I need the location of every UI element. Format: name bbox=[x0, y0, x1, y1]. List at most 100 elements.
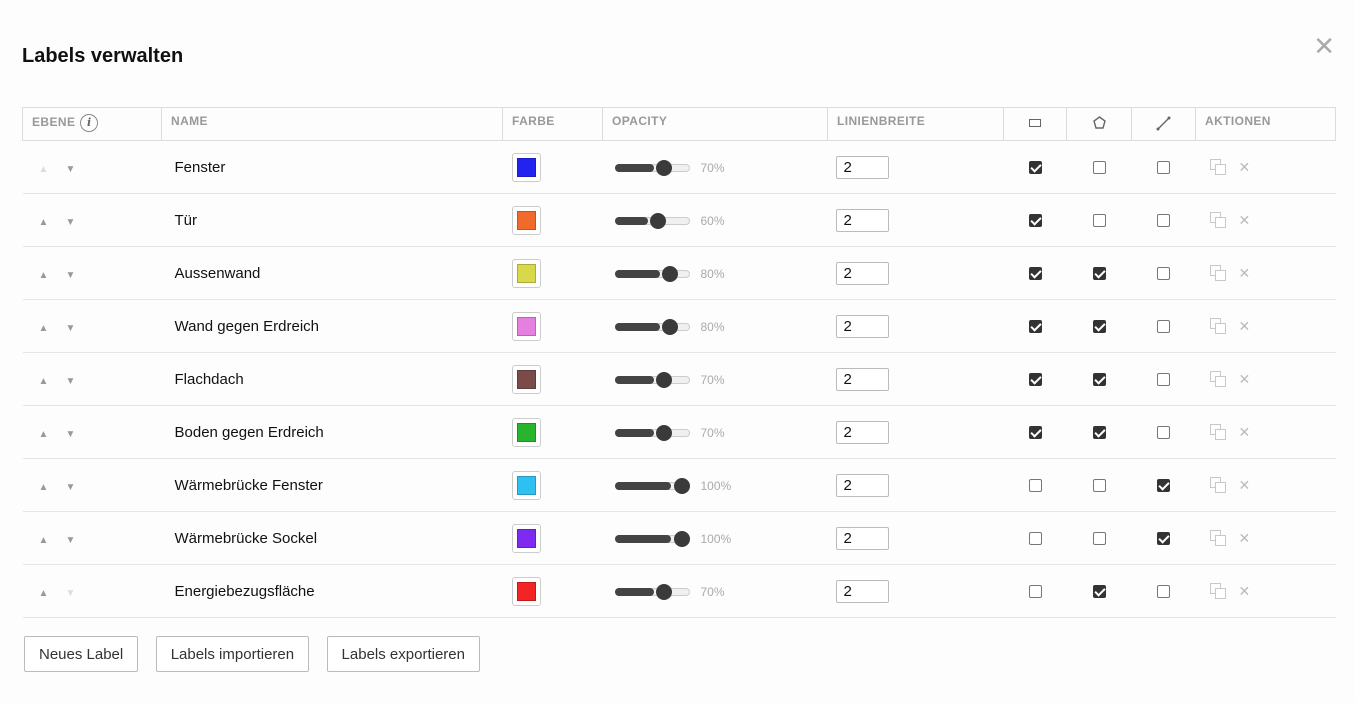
move-down-icon[interactable]: ▼ bbox=[64, 217, 78, 228]
opacity-slider[interactable] bbox=[614, 424, 690, 441]
duplicate-icon[interactable] bbox=[1209, 477, 1226, 494]
line-checkbox[interactable] bbox=[1157, 373, 1170, 387]
polygon-checkbox[interactable] bbox=[1092, 585, 1106, 599]
move-down-icon[interactable]: ▼ bbox=[64, 164, 78, 175]
color-picker-button[interactable] bbox=[511, 205, 541, 235]
move-down-icon[interactable]: ▼ bbox=[64, 270, 78, 281]
delete-icon[interactable]: ✕ bbox=[1239, 212, 1251, 229]
slider-thumb[interactable] bbox=[649, 212, 666, 229]
polygon-checkbox[interactable] bbox=[1092, 267, 1106, 281]
color-picker-button[interactable] bbox=[511, 311, 541, 341]
linewidth-input[interactable] bbox=[835, 420, 889, 444]
opacity-slider[interactable] bbox=[614, 371, 690, 388]
polygon-checkbox[interactable] bbox=[1092, 479, 1106, 493]
duplicate-icon[interactable] bbox=[1209, 424, 1226, 441]
duplicate-icon[interactable] bbox=[1209, 530, 1226, 547]
rectangle-checkbox[interactable] bbox=[1028, 532, 1042, 546]
color-picker-button[interactable] bbox=[511, 417, 541, 447]
color-picker-button[interactable] bbox=[511, 523, 541, 553]
move-down-icon[interactable]: ▼ bbox=[64, 482, 78, 493]
color-picker-button[interactable] bbox=[511, 576, 541, 606]
delete-icon[interactable]: ✕ bbox=[1239, 583, 1251, 600]
opacity-slider[interactable] bbox=[614, 318, 690, 335]
polygon-checkbox[interactable] bbox=[1092, 320, 1106, 334]
line-checkbox[interactable] bbox=[1157, 161, 1170, 175]
opacity-slider[interactable] bbox=[614, 265, 690, 282]
move-down-icon[interactable]: ▼ bbox=[64, 323, 78, 334]
line-checkbox[interactable] bbox=[1157, 426, 1170, 440]
info-icon[interactable]: i bbox=[80, 114, 99, 132]
line-checkbox[interactable] bbox=[1157, 532, 1170, 546]
duplicate-icon[interactable] bbox=[1209, 371, 1226, 388]
slider-thumb[interactable] bbox=[655, 159, 672, 176]
slider-thumb[interactable] bbox=[655, 371, 672, 388]
rectangle-checkbox[interactable] bbox=[1028, 320, 1042, 334]
linewidth-input[interactable] bbox=[835, 526, 889, 550]
polygon-checkbox[interactable] bbox=[1092, 373, 1106, 387]
rectangle-checkbox[interactable] bbox=[1028, 373, 1042, 387]
duplicate-icon[interactable] bbox=[1209, 212, 1226, 229]
duplicate-icon[interactable] bbox=[1209, 583, 1226, 600]
close-icon[interactable]: ✕ bbox=[1313, 32, 1335, 60]
move-down-icon[interactable]: ▼ bbox=[64, 376, 78, 387]
opacity-slider[interactable] bbox=[614, 477, 690, 494]
duplicate-icon[interactable] bbox=[1209, 159, 1226, 176]
new-label-button[interactable]: Neues Label bbox=[24, 636, 139, 672]
color-picker-button[interactable] bbox=[511, 152, 541, 182]
delete-icon[interactable]: ✕ bbox=[1239, 265, 1251, 282]
line-checkbox[interactable] bbox=[1157, 479, 1170, 493]
linewidth-input[interactable] bbox=[835, 473, 889, 497]
line-checkbox[interactable] bbox=[1157, 214, 1170, 228]
color-picker-button[interactable] bbox=[511, 258, 541, 288]
linewidth-input[interactable] bbox=[835, 367, 889, 391]
slider-thumb[interactable] bbox=[655, 583, 672, 600]
color-picker-button[interactable] bbox=[511, 364, 541, 394]
delete-icon[interactable]: ✕ bbox=[1239, 424, 1251, 441]
opacity-slider[interactable] bbox=[614, 159, 690, 176]
move-up-icon[interactable]: ▲ bbox=[37, 270, 51, 281]
move-up-icon[interactable]: ▲ bbox=[37, 588, 51, 599]
move-up-icon[interactable]: ▲ bbox=[37, 482, 51, 493]
rectangle-checkbox[interactable] bbox=[1028, 161, 1042, 175]
import-labels-button[interactable]: Labels importieren bbox=[155, 636, 310, 672]
move-down-icon[interactable]: ▼ bbox=[64, 535, 78, 546]
delete-icon[interactable]: ✕ bbox=[1239, 530, 1251, 547]
delete-icon[interactable]: ✕ bbox=[1239, 159, 1251, 176]
delete-icon[interactable]: ✕ bbox=[1239, 318, 1251, 335]
export-labels-button[interactable]: Labels exportieren bbox=[326, 636, 480, 672]
delete-icon[interactable]: ✕ bbox=[1239, 477, 1251, 494]
line-checkbox[interactable] bbox=[1157, 267, 1170, 281]
slider-thumb[interactable] bbox=[655, 424, 672, 441]
slider-thumb[interactable] bbox=[661, 318, 678, 335]
linewidth-input[interactable] bbox=[835, 579, 889, 603]
rectangle-checkbox[interactable] bbox=[1028, 267, 1042, 281]
color-picker-button[interactable] bbox=[511, 470, 541, 500]
linewidth-input[interactable] bbox=[835, 155, 889, 179]
opacity-slider[interactable] bbox=[614, 530, 690, 547]
rectangle-checkbox[interactable] bbox=[1028, 214, 1042, 228]
linewidth-input[interactable] bbox=[835, 314, 889, 338]
move-up-icon[interactable]: ▲ bbox=[37, 535, 51, 546]
move-up-icon[interactable]: ▲ bbox=[37, 217, 51, 228]
rectangle-checkbox[interactable] bbox=[1028, 479, 1042, 493]
duplicate-icon[interactable] bbox=[1209, 265, 1226, 282]
rectangle-checkbox[interactable] bbox=[1028, 426, 1042, 440]
polygon-checkbox[interactable] bbox=[1092, 161, 1106, 175]
move-down-icon[interactable]: ▼ bbox=[64, 429, 78, 440]
slider-thumb[interactable] bbox=[673, 477, 690, 494]
rectangle-checkbox[interactable] bbox=[1028, 585, 1042, 599]
slider-thumb[interactable] bbox=[661, 265, 678, 282]
linewidth-input[interactable] bbox=[835, 261, 889, 285]
opacity-slider[interactable] bbox=[614, 583, 690, 600]
linewidth-input[interactable] bbox=[835, 208, 889, 232]
move-up-icon[interactable]: ▲ bbox=[37, 376, 51, 387]
polygon-checkbox[interactable] bbox=[1092, 426, 1106, 440]
move-up-icon[interactable]: ▲ bbox=[37, 323, 51, 334]
duplicate-icon[interactable] bbox=[1209, 318, 1226, 335]
polygon-checkbox[interactable] bbox=[1092, 532, 1106, 546]
polygon-checkbox[interactable] bbox=[1092, 214, 1106, 228]
delete-icon[interactable]: ✕ bbox=[1239, 371, 1251, 388]
move-up-icon[interactable]: ▲ bbox=[37, 429, 51, 440]
line-checkbox[interactable] bbox=[1157, 320, 1170, 334]
line-checkbox[interactable] bbox=[1157, 585, 1170, 599]
